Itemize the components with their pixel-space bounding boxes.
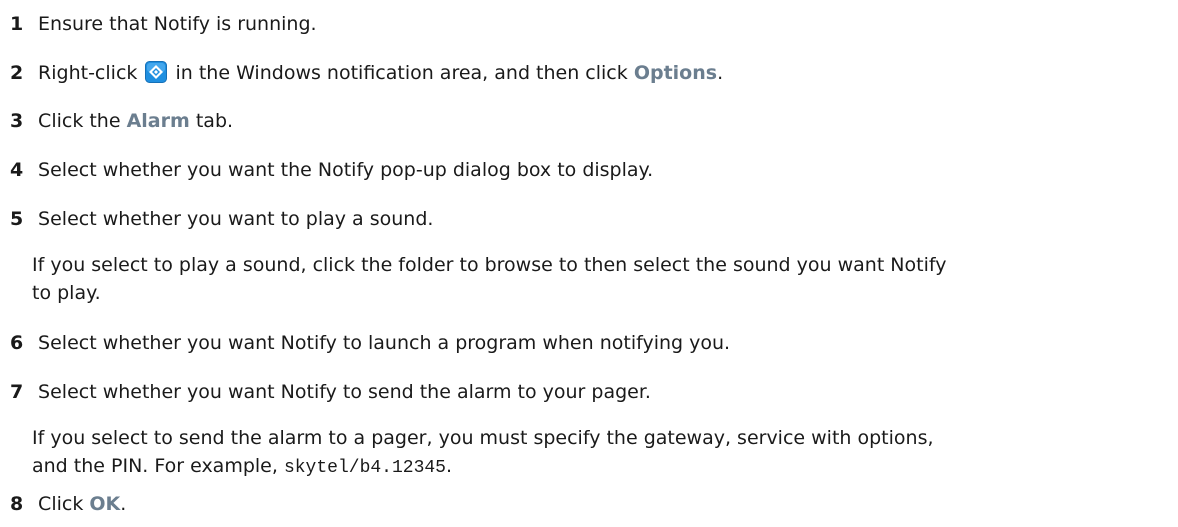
step-text-end: . bbox=[717, 62, 724, 84]
step-6: 6 Select whether you want Notify to laun… bbox=[10, 329, 1168, 357]
step-text: Select whether you want the Notify pop-u… bbox=[38, 159, 654, 181]
step-1: 1 Ensure that Notify is running. bbox=[10, 10, 1168, 38]
step-text-end: . bbox=[120, 493, 127, 515]
step-number: 4 bbox=[10, 159, 24, 181]
step-text-post: in the Windows notification area, and th… bbox=[175, 62, 628, 84]
ok-button-label: OK bbox=[89, 493, 121, 515]
step-2: 2 Right-click in the Windows notificatio… bbox=[10, 59, 1168, 87]
step-text-post: tab. bbox=[195, 110, 234, 132]
sound-note: If you select to play a sound, click the… bbox=[32, 251, 1158, 307]
options-menu-label: Options bbox=[633, 62, 718, 84]
sound-note-line1: If you select to play a sound, click the… bbox=[32, 254, 947, 276]
pager-note: If you select to send the alarm to a pag… bbox=[32, 424, 1158, 482]
step-text-pre: Click the bbox=[38, 110, 121, 132]
step-text: Select whether you want Notify to send t… bbox=[38, 381, 651, 403]
step-number: 1 bbox=[10, 13, 24, 35]
step-8: 8 Click OK. bbox=[10, 490, 1168, 518]
pager-note-line2: and the PIN. For example, skytel/b4.1234… bbox=[32, 452, 1158, 482]
step-number: 2 bbox=[10, 62, 24, 84]
step-number: 8 bbox=[10, 493, 24, 515]
step-text-pre: Click bbox=[38, 493, 84, 515]
step-number: 6 bbox=[10, 332, 24, 354]
notify-tray-icon bbox=[145, 61, 168, 83]
step-number: 3 bbox=[10, 110, 24, 132]
step-text: Select whether you want to play a sound. bbox=[38, 208, 434, 230]
pager-note-text: and the PIN. For example, bbox=[32, 455, 278, 477]
step-5: 5 Select whether you want to play a soun… bbox=[10, 205, 1168, 233]
pager-example-code: skytel/b4.12345 bbox=[283, 458, 446, 478]
alarm-tab-label: Alarm bbox=[126, 110, 190, 132]
step-text: Ensure that Notify is running. bbox=[38, 13, 317, 35]
step-text-pre: Right-click bbox=[38, 62, 138, 84]
step-text: Select whether you want Notify to launch… bbox=[38, 332, 731, 354]
step-7: 7 Select whether you want Notify to send… bbox=[10, 378, 1168, 406]
pager-note-end: . bbox=[445, 455, 453, 477]
step-number: 5 bbox=[10, 208, 24, 230]
step-3: 3 Click the Alarm tab. bbox=[10, 107, 1168, 135]
step-4: 4 Select whether you want the Notify pop… bbox=[10, 156, 1168, 184]
sound-note-line2: to play. bbox=[32, 282, 101, 304]
procedure-steps: 1 Ensure that Notify is running. 2 Right… bbox=[0, 0, 1178, 527]
step-number: 7 bbox=[10, 381, 24, 403]
pager-note-line1: If you select to send the alarm to a pag… bbox=[32, 427, 934, 449]
